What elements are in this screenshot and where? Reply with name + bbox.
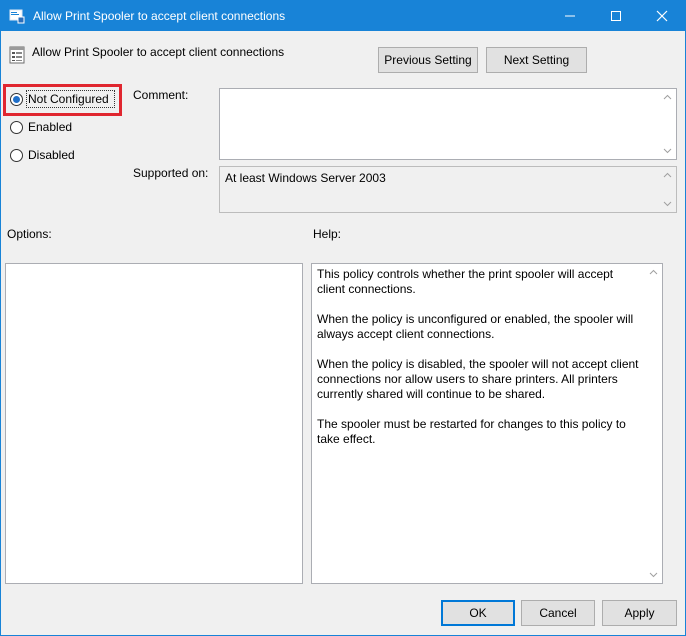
cancel-button[interactable]: Cancel [521,600,595,626]
radio-button-icon[interactable] [10,121,23,134]
radio-button-checked-icon[interactable] [10,93,23,106]
supported-on-label: Supported on: [133,166,209,180]
policy-name-heading: Allow Print Spooler to accept client con… [32,45,285,59]
help-label: Help: [313,227,342,241]
comment-textarea[interactable] [219,88,677,160]
scroll-up-icon [663,94,672,100]
policy-setting-icon [9,46,25,64]
ok-button[interactable]: OK [441,600,515,626]
help-panel[interactable]: This policy controls whether the print s… [311,263,663,584]
help-paragraph: This policy controls whether the print s… [317,267,614,296]
comment-scrollbar[interactable] [659,89,676,159]
options-panel [5,263,303,584]
help-paragraph: The spooler must be restarted for change… [317,417,626,446]
minimize-icon [565,15,575,17]
window-title: Allow Print Spooler to accept client con… [33,9,286,23]
supported-on-field: At least Windows Server 2003 [219,166,677,213]
scroll-down-icon [649,572,658,578]
supported-on-scrollbar[interactable] [659,167,676,212]
minimize-button[interactable] [547,1,593,31]
comment-label: Comment: [133,88,189,102]
help-paragraph: When the policy is disabled, the spooler… [317,357,639,401]
help-text: This policy controls whether the print s… [317,267,643,462]
help-paragraph: When the policy is unconfigured or enabl… [317,312,634,341]
radio-disabled-label: Disabled [28,148,75,162]
maximize-button[interactable] [593,1,639,31]
apply-button[interactable]: Apply [602,600,677,626]
policy-editor-window: Allow Print Spooler to accept client con… [0,0,686,636]
scroll-up-icon [649,269,658,275]
close-button[interactable] [639,1,685,31]
supported-on-value: At least Windows Server 2003 [225,171,386,185]
options-label: Options: [7,227,52,241]
close-icon [656,10,668,22]
previous-setting-button[interactable]: Previous Setting [378,47,478,73]
scroll-up-icon [663,172,672,178]
radio-enabled-label: Enabled [28,120,73,134]
maximize-icon [611,11,621,21]
scroll-down-icon [663,201,672,207]
title-bar[interactable]: Allow Print Spooler to accept client con… [1,1,685,31]
next-setting-button[interactable]: Next Setting [486,47,587,73]
radio-button-icon[interactable] [10,149,23,162]
policy-app-icon [9,8,25,24]
radio-not-configured-label: Not Configured [28,92,109,106]
help-scrollbar[interactable] [645,264,662,583]
scroll-down-icon [663,148,672,154]
